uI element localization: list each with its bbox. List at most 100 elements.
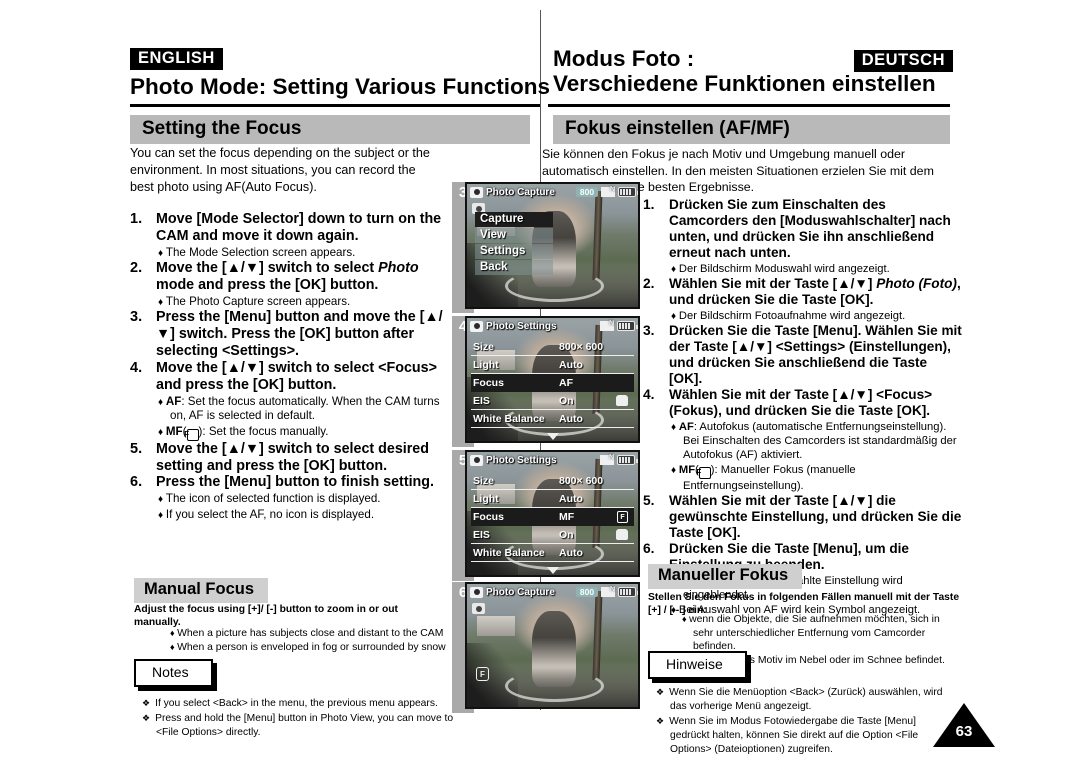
lcd-alignment-tick xyxy=(553,450,554,452)
photo-dark-corner xyxy=(467,643,519,707)
lcd-display: Photo Settings Size 800× 600 Light Auto Focus… xyxy=(465,450,640,577)
german-subsection-header: Manueller Fokus xyxy=(648,564,803,589)
lcd-display: Photo Capture 800 CaptureViewSettingsBack xyxy=(465,182,640,309)
lcd-osd-status-group xyxy=(601,586,638,597)
german-step-list: 1. Drücken Sie zum Einschalten des Camcor… xyxy=(643,197,963,618)
settings-row-eis[interactable]: EIS On xyxy=(471,392,634,410)
lcd-alignment-tick xyxy=(553,575,554,577)
german-notes-list: Wenn Sie die Menüoption <Back> (Zurück) … xyxy=(650,686,950,757)
manual-focus-icon: F xyxy=(617,510,628,523)
lcd-osd-title: Photo Capture xyxy=(486,186,555,198)
settings-row-focus[interactable]: Focus AF xyxy=(471,374,634,392)
lcd-screenshot: 4Photo SettingsSize800× 600LightAutoFocu… xyxy=(452,316,642,447)
subsection-bullet: When a picture has subjects close and di… xyxy=(168,627,458,641)
lcd-popup-menu[interactable]: Capture View Settings Back xyxy=(475,212,553,276)
lcd-settings-list[interactable]: Size 800× 600 Light Auto Focus AF EIS On White B… xyxy=(471,338,634,428)
step-number: 4. xyxy=(643,386,655,402)
lcd-osd-title: Photo Capture xyxy=(486,586,555,598)
step-body: Wählen Sie mit der Taste [▲/▼] <Focus> (… xyxy=(669,387,963,493)
step-number: 3. xyxy=(130,309,143,326)
english-language-badge: ENGLISH xyxy=(130,48,223,70)
lcd-alignment-tick xyxy=(553,316,554,318)
english-section-header: Setting the Focus xyxy=(130,115,530,144)
step-item: 5. Move the [▲/▼] switch to select desire… xyxy=(130,441,445,475)
step-text: Move the [▲/▼] switch to select <Focus> … xyxy=(156,360,437,393)
settings-row-label: Size xyxy=(473,340,495,353)
memory-card-icon xyxy=(600,454,614,465)
page-number-badge: 63 xyxy=(933,703,995,747)
battery-icon xyxy=(617,455,638,465)
memory-card-icon xyxy=(600,320,614,331)
battery-icon xyxy=(617,321,638,331)
step-number: 2. xyxy=(643,276,655,292)
step-body: Wählen Sie mit der Taste [▲/▼] Photo (Fo… xyxy=(669,276,963,323)
menu-item-capture[interactable]: Capture xyxy=(475,212,553,227)
german-section-header: Fokus einstellen (AF/MF) xyxy=(553,115,950,144)
step-number: 5. xyxy=(643,493,655,509)
memory-card-icon xyxy=(601,586,616,597)
english-intro-text: You can set the focus depending on the s… xyxy=(130,146,430,194)
step-body: Drücken Sie die Taste [Menu]. Wählen Sie… xyxy=(669,323,963,387)
settings-row-eis[interactable]: EIS On xyxy=(471,526,634,544)
step-number: 6. xyxy=(130,474,143,491)
bullet-keyword: AF xyxy=(165,394,182,408)
step-body: Drücken Sie zum Einschalten des Camcorde… xyxy=(669,197,963,276)
settings-row-size[interactable]: Size 800× 600 xyxy=(471,472,634,490)
step-item: 3. Drücken Sie die Taste [Menu]. Wählen S… xyxy=(643,323,963,387)
lcd-osd-status-group xyxy=(601,186,638,197)
lcd-shot-counter: 800 xyxy=(575,587,599,597)
settings-row-label: White Balance xyxy=(473,546,545,559)
manual-page: ENGLISH Photo Mode: Setting Various Func… xyxy=(0,0,1080,763)
german-notes-title: Hinweise xyxy=(648,651,747,679)
step-bullet: The Photo Capture screen appears. xyxy=(156,295,445,310)
settings-row-label: EIS xyxy=(473,394,490,407)
menu-item-back[interactable]: Back xyxy=(475,260,553,275)
manual-focus-icon: F xyxy=(184,428,199,441)
step-text: Wählen Sie mit der Taste [▲/▼] <Focus> (… xyxy=(669,386,933,418)
lcd-osd-title: Photo Settings xyxy=(486,454,557,466)
photo-hoop-shape xyxy=(504,670,604,703)
step-bullet: MF(F): Set the focus manually. xyxy=(156,425,445,441)
settings-row-value: On xyxy=(559,394,574,407)
scroll-down-arrow-icon[interactable] xyxy=(546,567,559,574)
step-item: 4. Wählen Sie mit der Taste [▲/▼] <Focus>… xyxy=(643,387,963,493)
step-body: Wählen Sie mit der Taste [▲/▼] die gewün… xyxy=(669,493,963,541)
step-item: 1. Move [Mode Selector] down to turn on t… xyxy=(130,211,445,260)
step-text-italic: Photo (Foto) xyxy=(876,276,957,292)
step-bullet: Der Bildschirm Fotoaufnahme wird angezei… xyxy=(669,309,963,324)
settings-row-value: Auto xyxy=(559,492,583,505)
lcd-osd-status-group xyxy=(600,454,638,465)
menu-item-settings[interactable]: Settings xyxy=(475,244,553,259)
step-text: Wählen Sie mit der Taste [▲/▼] die gewün… xyxy=(669,493,962,540)
note-item: Wenn Sie im Modus Fotowiedergabe die Tas… xyxy=(650,715,950,757)
photo-quality-icon xyxy=(472,603,485,614)
settings-row-white-balance[interactable]: White Balance Auto xyxy=(471,544,634,562)
lcd-display: Photo Settings Size 800× 600 Light Auto Focus… xyxy=(465,316,640,443)
settings-row-label: Light xyxy=(473,492,499,505)
settings-row-light[interactable]: Light Auto xyxy=(471,490,634,508)
step-item: 6. Press the [Menu] button to finish sett… xyxy=(130,474,445,522)
battery-icon xyxy=(618,587,638,597)
step-number: 1. xyxy=(130,211,143,227)
english-subsection-header: Manual Focus xyxy=(134,578,269,603)
settings-row-light[interactable]: Light Auto xyxy=(471,356,634,374)
menu-item-view[interactable]: View xyxy=(475,228,553,243)
german-page-title-line2: Verschiedene Funktionen einstellen xyxy=(553,71,936,97)
lcd-settings-list[interactable]: Size 800× 600 Light Auto Focus MF F EIS On White … xyxy=(471,472,634,562)
scroll-down-arrow-icon[interactable] xyxy=(546,433,559,440)
lcd-osd-top-bar: Photo Settings xyxy=(467,452,638,468)
bullet-keyword: MF xyxy=(678,464,696,477)
english-page-title: Photo Mode: Setting Various Functions xyxy=(130,73,550,99)
settings-row-size[interactable]: Size 800× 600 xyxy=(471,338,634,356)
settings-row-white-balance[interactable]: White Balance Auto xyxy=(471,410,634,428)
step-bullet: If you select the AF, no icon is display… xyxy=(156,508,445,523)
camera-mode-icon xyxy=(470,586,483,598)
page-number-value: 63 xyxy=(955,723,973,740)
bullet-keyword: AF xyxy=(678,420,694,433)
settings-row-focus[interactable]: Focus MF F xyxy=(471,508,634,526)
lcd-shot-counter: 800 xyxy=(575,187,599,197)
subsection-bullet: When a person is enveloped in fog or sur… xyxy=(168,641,458,655)
step-body: Press the [Menu] button and move the [▲/… xyxy=(156,309,445,360)
hand-stabilizer-icon xyxy=(616,395,628,406)
settings-row-value: AF xyxy=(559,376,573,389)
